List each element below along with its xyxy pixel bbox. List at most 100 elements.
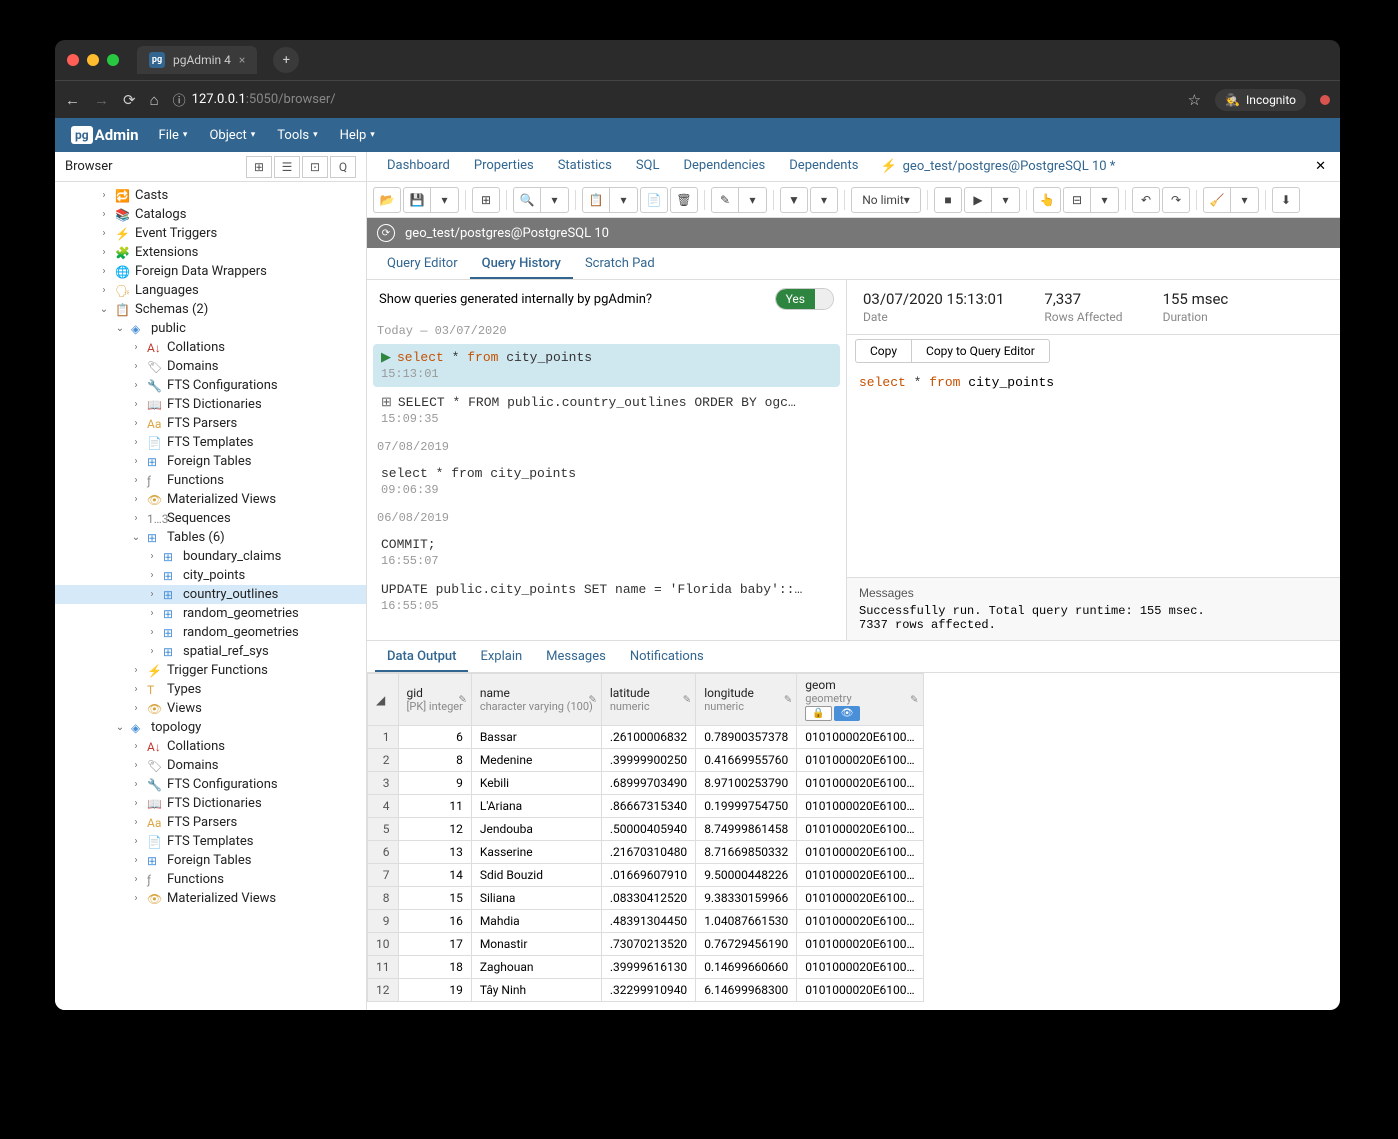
cell-latitude[interactable]: .68999703490 (601, 772, 695, 795)
tree-caret-icon[interactable]: › (97, 247, 111, 258)
cell-geom[interactable]: 0101000020E6100… (797, 818, 923, 841)
tree-caret-icon[interactable]: › (129, 836, 143, 847)
filter-icon[interactable]: ▼ (780, 187, 808, 213)
tree-caret-icon[interactable]: › (129, 380, 143, 391)
tree-item[interactable]: ›🔧FTS Configurations (55, 775, 366, 794)
column-header[interactable]: gid[PK] integer✎ (398, 674, 471, 726)
column-header[interactable]: longitudenumeric✎ (696, 674, 797, 726)
cell-name[interactable]: Kasserine (471, 841, 601, 864)
tree-caret-icon[interactable]: › (129, 513, 143, 524)
tree-item[interactable]: ⌄◈topology (55, 718, 366, 737)
history-entry[interactable]: select * from city_points09:06:39 (373, 460, 840, 503)
explain-icon[interactable]: 👆 (1033, 187, 1061, 213)
table-row[interactable]: 916Mahdia.483913044501.04087661530010100… (368, 910, 924, 933)
tree-item[interactable]: ›⊞city_points (55, 566, 366, 585)
tree-item[interactable]: ›🔧FTS Configurations (55, 376, 366, 395)
tree-item[interactable]: ⌄📋Schemas (2) (55, 300, 366, 319)
menu-tools[interactable]: Tools (267, 120, 327, 151)
tree-caret-icon[interactable]: ⌄ (129, 532, 143, 543)
tree-caret-icon[interactable]: › (145, 589, 159, 600)
cell-longitude[interactable]: 0.19999754750 (696, 795, 797, 818)
copy-icon[interactable]: 📋 (582, 187, 610, 213)
history-entry[interactable]: ⊞ SELECT * FROM public.country_outlines … (373, 389, 840, 432)
tree-caret-icon[interactable]: › (145, 627, 159, 638)
filter-dropdown-icon[interactable]: ▾ (810, 187, 838, 213)
cell-longitude[interactable]: 1.04087661530 (696, 910, 797, 933)
cell-longitude[interactable]: 8.97100253790 (696, 772, 797, 795)
close-query-tab-icon[interactable]: ✕ (1301, 153, 1340, 180)
save-file-icon[interactable]: 💾 (403, 187, 431, 213)
cell-name[interactable]: Kebili (471, 772, 601, 795)
filter-icon[interactable]: ⊡ (302, 156, 328, 178)
cell-gid[interactable]: 6 (398, 726, 471, 749)
tree-item[interactable]: ›TTypes (55, 680, 366, 699)
history-entry[interactable]: UPDATE public.city_points SET name = 'Fl… (373, 576, 840, 619)
edit-icon[interactable]: ✎ (711, 187, 739, 213)
tree-caret-icon[interactable]: › (129, 855, 143, 866)
cell-latitude[interactable]: .48391304450 (601, 910, 695, 933)
cell-latitude[interactable]: .73070213520 (601, 933, 695, 956)
tree-caret-icon[interactable]: › (129, 437, 143, 448)
cell-latitude[interactable]: .26100006832 (601, 726, 695, 749)
copy-to-editor-button[interactable]: Copy to Query Editor (911, 339, 1050, 363)
cell-name[interactable]: L'Ariana (471, 795, 601, 818)
lock-icon[interactable]: 🔒 (805, 706, 831, 721)
table-row[interactable]: 1219Tây Ninh.322999109406.14699968300010… (368, 979, 924, 1002)
cell-gid[interactable]: 15 (398, 887, 471, 910)
search-icon[interactable]: Q (330, 156, 356, 178)
cell-longitude[interactable]: 8.71669850332 (696, 841, 797, 864)
tree-caret-icon[interactable]: ⌄ (113, 323, 127, 334)
close-tab-icon[interactable]: × (239, 53, 245, 67)
clear-icon[interactable]: 🧹 (1203, 187, 1231, 213)
cell-longitude[interactable]: 6.14699968300 (696, 979, 797, 1002)
close-window-button[interactable] (67, 54, 79, 66)
new-tab-button[interactable]: + (273, 47, 299, 73)
tab-statistics[interactable]: Statistics (546, 152, 624, 181)
edit-dropdown-icon[interactable]: ▾ (739, 187, 767, 213)
copy-button[interactable]: Copy (855, 339, 911, 363)
commit-icon[interactable]: ⊟ (1063, 187, 1091, 213)
tree-item[interactable]: ›AaFTS Parsers (55, 813, 366, 832)
cell-latitude[interactable]: .21670310480 (601, 841, 695, 864)
forward-button[interactable]: → (94, 91, 109, 109)
tree-caret-icon[interactable]: › (97, 209, 111, 220)
cell-gid[interactable]: 14 (398, 864, 471, 887)
tree-item[interactable]: ›🌐Foreign Data Wrappers (55, 262, 366, 281)
tree-caret-icon[interactable]: › (129, 779, 143, 790)
cell-name[interactable]: Tây Ninh (471, 979, 601, 1002)
table-row[interactable]: 411L'Ariana.866673153400.199997547500101… (368, 795, 924, 818)
menu-help[interactable]: Help (330, 120, 385, 151)
cell-name[interactable]: Mahdia (471, 910, 601, 933)
tree-caret-icon[interactable]: › (97, 228, 111, 239)
tree-item[interactable]: ›⊞random_geometries (55, 623, 366, 642)
edit-column-icon[interactable]: ✎ (588, 694, 596, 705)
edit-column-icon[interactable]: ✎ (683, 694, 691, 705)
tree-item[interactable]: ›🧩Extensions (55, 243, 366, 262)
find-dropdown-icon[interactable]: ▾ (541, 187, 569, 213)
delete-icon[interactable]: 🗑 (670, 187, 698, 213)
cell-longitude[interactable]: 0.14699660660 (696, 956, 797, 979)
tree-caret-icon[interactable]: › (145, 646, 159, 657)
cell-gid[interactable]: 18 (398, 956, 471, 979)
tree-caret-icon[interactable]: › (97, 266, 111, 277)
tab-notifications[interactable]: Notifications (618, 641, 716, 672)
internal-queries-toggle[interactable]: Yes (775, 288, 834, 310)
tab-dependencies[interactable]: Dependencies (671, 152, 777, 181)
tab-query-history[interactable]: Query History (470, 248, 573, 279)
table-row[interactable]: 39Kebili.689997034908.971002537900101000… (368, 772, 924, 795)
table-row[interactable]: 714Sdid Bouzid.016696079109.500004482260… (368, 864, 924, 887)
table-row[interactable]: 512Jendouba.500004059408.749998614580101… (368, 818, 924, 841)
tab-sql[interactable]: SQL (624, 152, 672, 181)
cell-latitude[interactable]: .32299910940 (601, 979, 695, 1002)
bookmark-icon[interactable]: ☆ (1188, 91, 1201, 109)
profile-icon[interactable] (1320, 95, 1330, 105)
tree-caret-icon[interactable]: › (97, 285, 111, 296)
tree-caret-icon[interactable]: › (129, 703, 143, 714)
tree-item[interactable]: ›🗣Languages (55, 281, 366, 300)
tree-caret-icon[interactable]: › (145, 570, 159, 581)
clear-dropdown-icon[interactable]: ▾ (1231, 187, 1259, 213)
tree-caret-icon[interactable]: › (129, 418, 143, 429)
cell-latitude[interactable]: .50000405940 (601, 818, 695, 841)
grid-icon[interactable]: ⊞ (246, 156, 272, 178)
cell-name[interactable]: Medenine (471, 749, 601, 772)
